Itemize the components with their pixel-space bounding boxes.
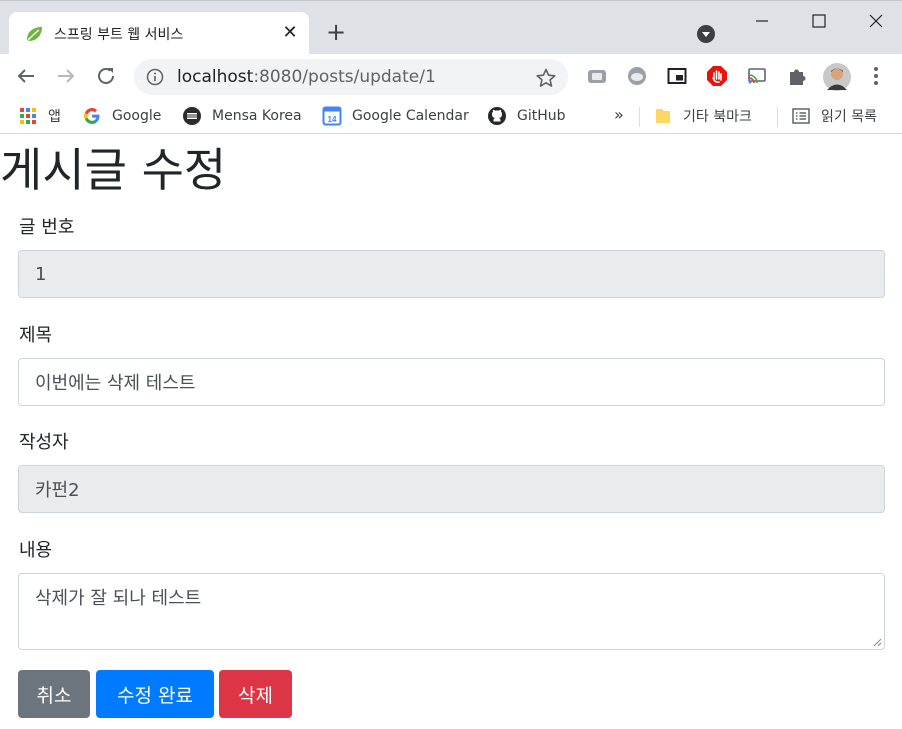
spring-leaf-icon — [27, 27, 42, 41]
bookmark-mensa[interactable]: Mensa Korea — [182, 106, 302, 126]
page-title: 게시글 수정 — [0, 143, 227, 197]
reload-icon[interactable] — [94, 64, 118, 88]
delete-button[interactable]: 삭제 — [219, 670, 292, 718]
svg-text:14: 14 — [328, 115, 337, 124]
bookmark-label: Mensa Korea — [212, 108, 302, 124]
tab-title: 스프링 부트 웹 서비스 — [54, 27, 184, 43]
author-input[interactable]: 카펀2 — [18, 465, 885, 513]
calendar-icon: 14 — [322, 106, 342, 126]
tab-search-icon[interactable] — [696, 24, 716, 44]
id-label: 글 번호 — [19, 217, 75, 238]
extension-2-icon[interactable] — [626, 65, 648, 87]
bookmark-label: GitHub — [517, 108, 566, 124]
profile-avatar[interactable] — [823, 63, 851, 91]
id-input[interactable]: 1 — [18, 250, 885, 298]
address-bar[interactable]: localhost:8080/posts/update/1 — [134, 59, 568, 95]
reading-list-icon — [792, 108, 810, 124]
bookmark-label: 읽기 목록 — [821, 109, 877, 125]
bookmark-label: 기타 북마크 — [683, 109, 752, 125]
url-path: :8080/posts/update/1 — [253, 67, 436, 87]
browser-toolbar: localhost:8080/posts/update/1 — [0, 54, 902, 99]
minimize-icon[interactable] — [752, 11, 772, 31]
bookmark-github[interactable]: GitHub — [487, 106, 566, 126]
content-text: 삭제가 잘 되나 테스트 — [35, 588, 202, 609]
adblock-icon[interactable] — [706, 65, 728, 87]
google-icon — [84, 108, 100, 124]
forward-arrow-icon[interactable] — [54, 64, 78, 88]
bookmark-google-calendar[interactable]: 14 Google Calendar — [322, 106, 469, 126]
github-icon — [488, 107, 506, 125]
resize-grip-icon[interactable] — [872, 637, 882, 647]
url-host: localhost — [177, 67, 254, 87]
title-label: 제목 — [19, 325, 53, 346]
browser-titlebar: 스프링 부트 웹 서비스 ✕ + — [0, 0, 902, 55]
tab-close-icon[interactable]: ✕ — [279, 21, 301, 43]
bookmark-other-folder[interactable]: 기타 북마크 — [653, 106, 752, 126]
content-label: 내용 — [19, 540, 53, 561]
update-complete-button[interactable]: 수정 완료 — [96, 670, 214, 718]
back-arrow-icon[interactable] — [14, 64, 38, 88]
extension-1-icon[interactable] — [586, 65, 608, 87]
maximize-icon[interactable] — [809, 11, 829, 31]
bookmark-star-icon[interactable] — [535, 67, 557, 89]
bookmarks-divider — [777, 107, 778, 127]
page-content: 게시글 수정 글 번호 1 제목 이번에는 삭제 테스트 작성자 카펀2 내용 … — [0, 140, 902, 729]
mensa-icon — [183, 107, 201, 125]
cancel-button[interactable]: 취소 — [18, 670, 90, 718]
bookmarks-bar: 앱 Google Mensa Korea 14 Google Calendar — [0, 99, 902, 134]
window-close-icon[interactable] — [866, 11, 886, 31]
author-label: 작성자 — [19, 432, 69, 453]
bookmark-label: Google Calendar — [352, 108, 469, 124]
bookmarks-more-button[interactable]: » — [614, 105, 624, 124]
apps-grid-icon — [20, 108, 36, 124]
folder-icon — [656, 109, 670, 123]
puzzle-icon[interactable] — [786, 65, 808, 87]
bookmark-label: 앱 — [48, 109, 61, 125]
bookmark-apps[interactable]: 앱 — [18, 106, 61, 126]
cast-icon[interactable] — [746, 65, 768, 87]
content-textarea[interactable]: 삭제가 잘 되나 테스트 — [18, 573, 885, 650]
bookmark-google[interactable]: Google — [82, 106, 161, 126]
bookmarks-divider — [639, 107, 640, 127]
picture-in-picture-icon[interactable] — [666, 65, 688, 87]
url-text: localhost:8080/posts/update/1 — [177, 67, 436, 87]
reading-list-button[interactable]: 읽기 목록 — [791, 106, 877, 126]
site-info-icon[interactable] — [146, 68, 164, 86]
new-tab-button[interactable]: + — [323, 20, 349, 46]
bookmark-label: Google — [112, 108, 162, 124]
browser-tab[interactable]: 스프링 부트 웹 서비스 ✕ — [9, 12, 309, 55]
more-menu-icon[interactable] — [866, 65, 886, 87]
title-input[interactable]: 이번에는 삭제 테스트 — [18, 358, 885, 406]
